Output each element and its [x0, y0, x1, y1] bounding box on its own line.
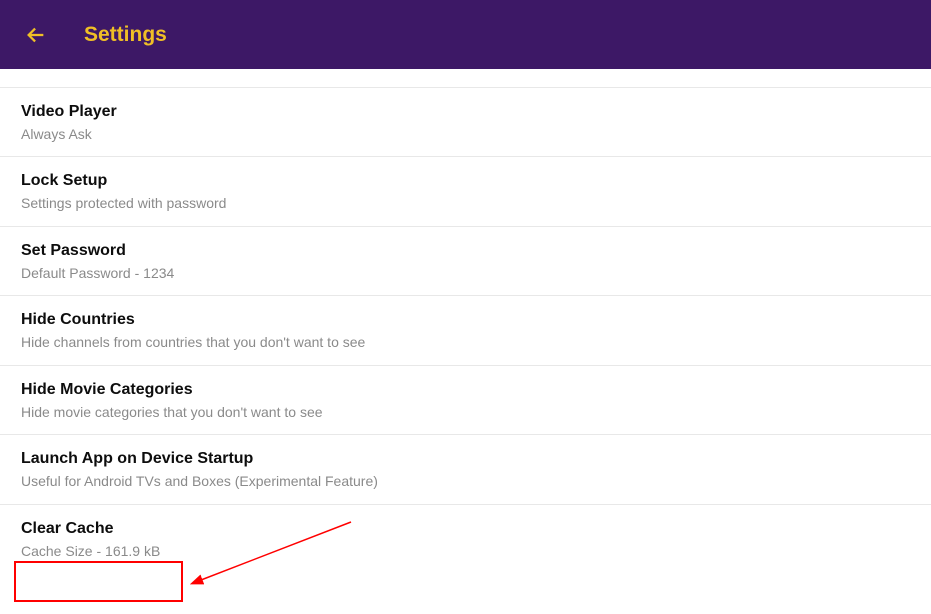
- settings-item-title: Hide Movie Categories: [21, 379, 910, 401]
- settings-item-partial[interactable]: [0, 69, 931, 88]
- page-title: Settings: [84, 23, 167, 47]
- settings-item-subtitle: [21, 71, 910, 88]
- settings-item-subtitle: Hide movie categories that you don't wan…: [21, 403, 910, 422]
- settings-item-set-password[interactable]: Set Password Default Password - 1234: [0, 227, 931, 296]
- settings-item-title: Video Player: [21, 101, 910, 123]
- settings-item-subtitle: Cache Size - 161.9 kB: [21, 542, 910, 561]
- settings-item-hide-movie-categories[interactable]: Hide Movie Categories Hide movie categor…: [0, 366, 931, 435]
- settings-item-subtitle: Useful for Android TVs and Boxes (Experi…: [21, 472, 910, 491]
- settings-item-lock-setup[interactable]: Lock Setup Settings protected with passw…: [0, 157, 931, 226]
- settings-item-subtitle: Settings protected with password: [21, 194, 910, 213]
- settings-list: Video Player Always Ask Lock Setup Setti…: [0, 69, 931, 573]
- settings-item-title: Launch App on Device Startup: [21, 448, 910, 470]
- settings-item-title: Set Password: [21, 240, 910, 262]
- back-arrow-icon[interactable]: [24, 23, 48, 47]
- settings-item-title: Lock Setup: [21, 170, 910, 192]
- settings-item-subtitle: Default Password - 1234: [21, 264, 910, 283]
- settings-item-title: Hide Countries: [21, 309, 910, 331]
- settings-item-video-player[interactable]: Video Player Always Ask: [0, 88, 931, 157]
- app-header: Settings: [0, 0, 931, 69]
- settings-item-title: Clear Cache: [21, 518, 910, 540]
- settings-item-launch-on-startup[interactable]: Launch App on Device Startup Useful for …: [0, 435, 931, 504]
- settings-item-subtitle: Hide channels from countries that you do…: [21, 333, 910, 352]
- settings-item-subtitle: Always Ask: [21, 125, 910, 144]
- settings-item-hide-countries[interactable]: Hide Countries Hide channels from countr…: [0, 296, 931, 365]
- settings-item-clear-cache[interactable]: Clear Cache Cache Size - 161.9 kB: [0, 505, 931, 573]
